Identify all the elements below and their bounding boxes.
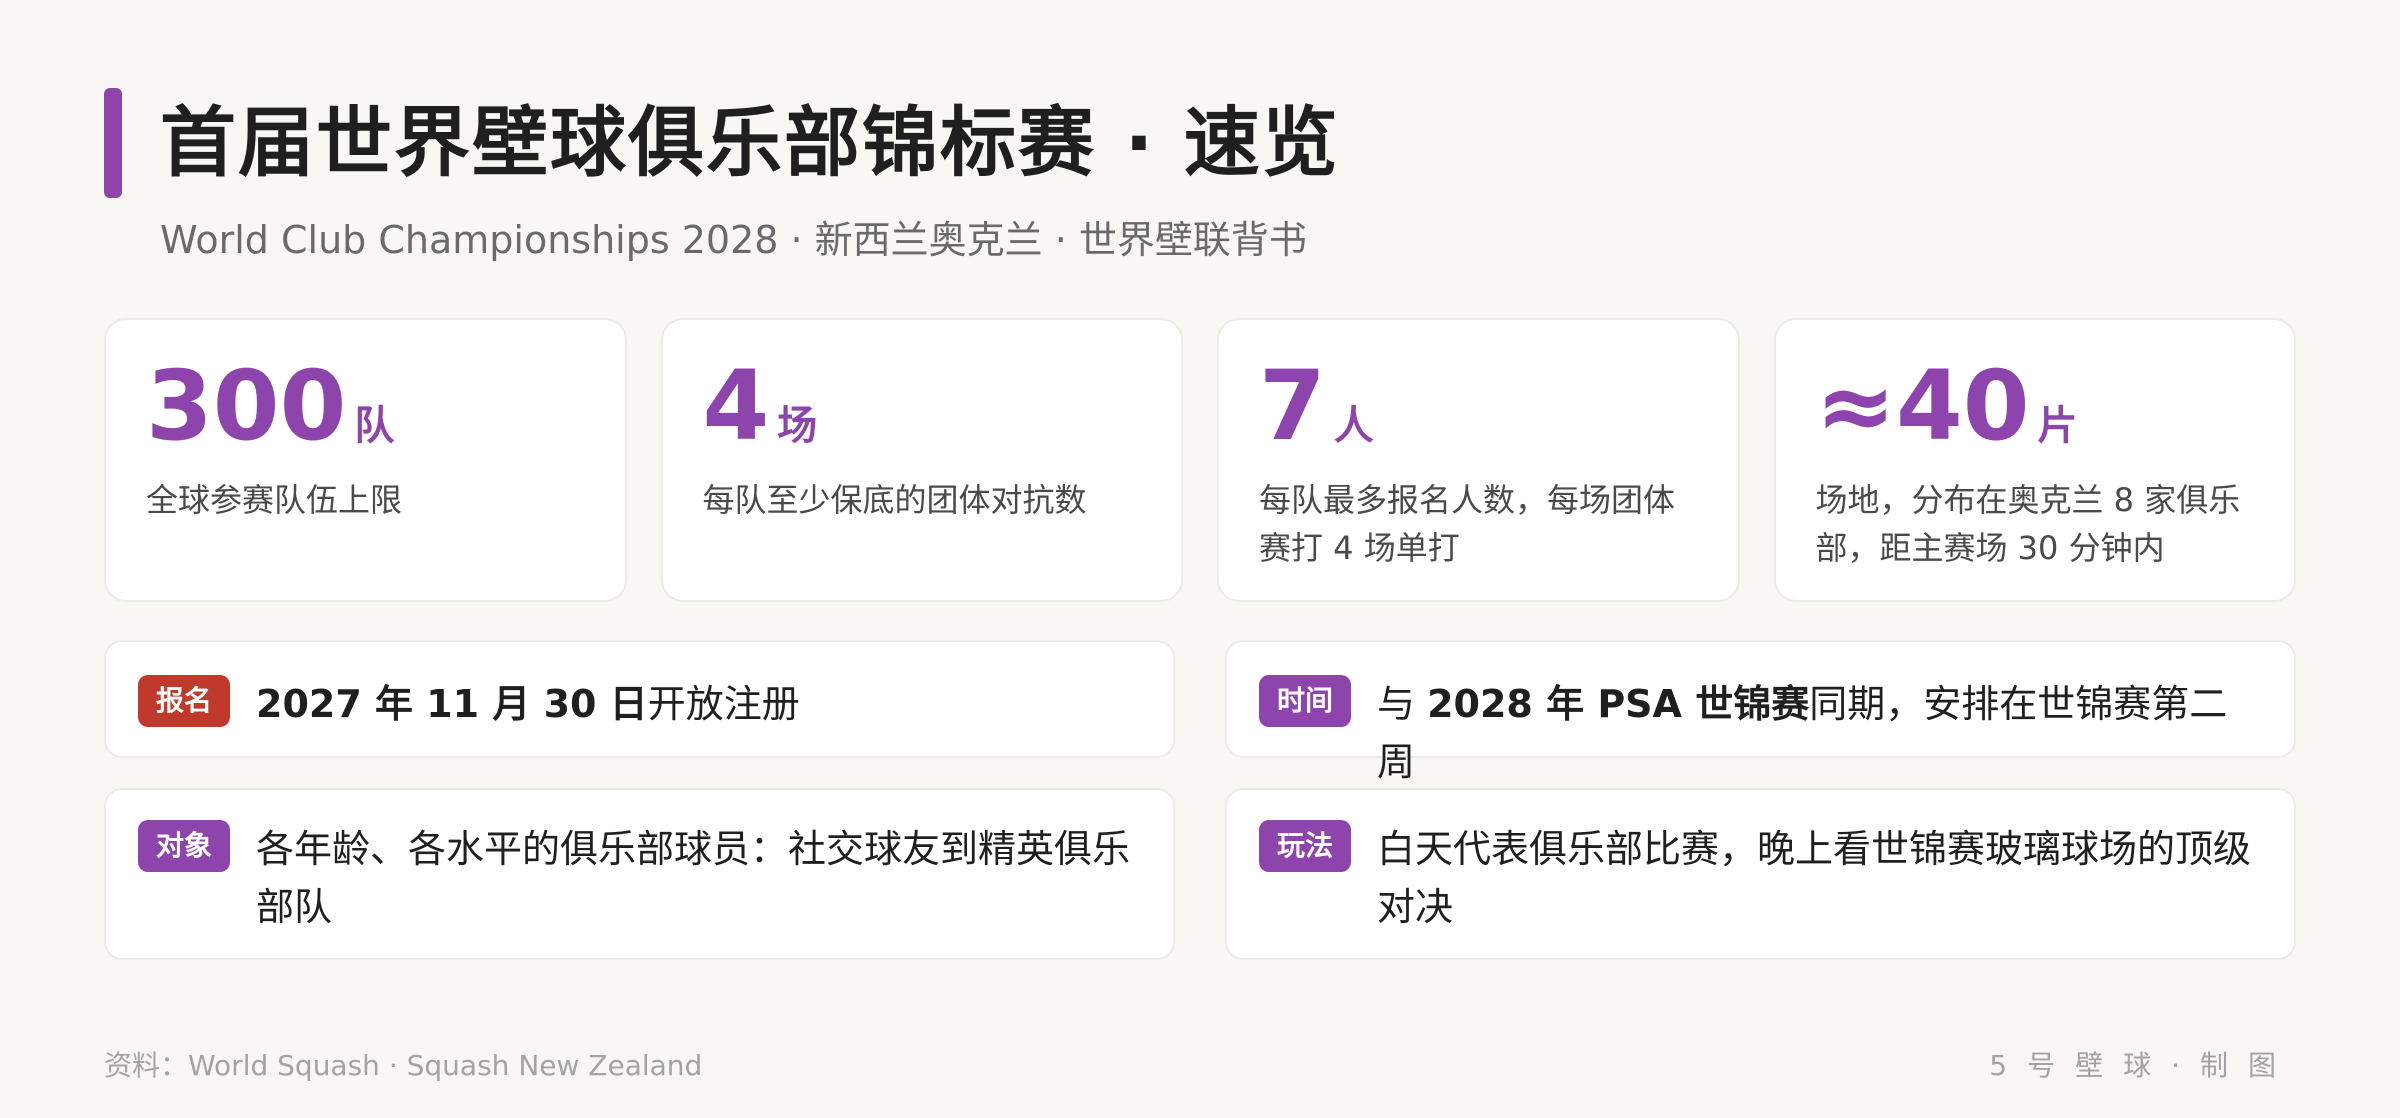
stat-unit: 队 [354, 403, 395, 449]
info-text-pre: 与 [1377, 682, 1428, 726]
info-text: 白天代表俱乐部比赛，晚上看世锦赛玻璃球场的顶级对决 [1377, 827, 2252, 929]
stat-card-players: 7 人 每队最多报名人数，每场团体赛打 4 场单打 [1217, 318, 1740, 602]
stat-value-row: 4 场 [703, 356, 1142, 456]
stat-value: 4 [702, 350, 770, 462]
info-text-rest: 开放注册 [647, 682, 800, 726]
info-text: 各年龄、各水平的俱乐部球员：社交球友到精英俱乐部队 [256, 827, 1131, 929]
info-card-format: 玩法 白天代表俱乐部比赛，晚上看世锦赛玻璃球场的顶级对决 [1225, 788, 2296, 960]
tag-audience: 对象 [138, 820, 231, 872]
stats-row: 300 队 全球参赛队伍上限 4 场 每队至少保底的团体对抗数 7 人 每队最多… [104, 318, 2296, 602]
info-card-timing: 时间 与 2028 年 PSA 世锦赛同期，安排在世锦赛第二周 [1225, 640, 2296, 784]
info-card-audience: 对象 各年龄、各水平的俱乐部球员：社交球友到精英俱乐部队 [104, 788, 1175, 960]
stat-unit: 人 [1333, 403, 1374, 449]
page-title: 首届世界壁球俱乐部锦标赛 · 速览 [160, 98, 1340, 187]
stat-description: 全球参赛队伍上限 [146, 481, 403, 519]
info-grid: 报名 2027 年 11 月 30 日开放注册 时间 与 2028 年 PSA … [104, 640, 2296, 960]
stat-card-matches: 4 场 每队至少保底的团体对抗数 [660, 318, 1183, 602]
stat-value-row: 300 队 [146, 356, 585, 456]
stat-description: 场地，分布在奥克兰 8 家俱乐部，距主赛场 30 分钟内 [1815, 481, 2241, 567]
page: 首届世界壁球俱乐部锦标赛 · 速览 World Club Championshi… [0, 0, 2400, 1118]
info-card-registration: 报名 2027 年 11 月 30 日开放注册 [104, 640, 1175, 758]
stat-description: 每队最多报名人数，每场团体赛打 4 场单打 [1259, 481, 1676, 567]
credit-note: 5号壁球·制图 [1989, 1049, 2296, 1082]
source-note: 资料：World Squash · Squash New Zealand [104, 1049, 703, 1082]
stat-card-courts: ≈40 片 场地，分布在奥克兰 8 家俱乐部，距主赛场 30 分钟内 [1773, 318, 2296, 602]
stat-value: ≈40 [1815, 350, 2030, 462]
info-text: 2027 年 11 月 30 日开放注册 [256, 675, 800, 733]
stat-description: 每队至少保底的团体对抗数 [702, 481, 1087, 519]
page-subtitle: World Club Championships 2028 · 新西兰奥克兰 ·… [160, 218, 1307, 262]
stat-card-teams: 300 队 全球参赛队伍上限 [104, 318, 627, 602]
stat-unit: 场 [777, 403, 818, 449]
stat-value: 7 [1259, 350, 1326, 462]
stat-unit: 片 [2037, 403, 2078, 449]
stat-value: 300 [146, 350, 347, 462]
info-text: 与 2028 年 PSA 世锦赛同期，安排在世锦赛第二周 [1377, 675, 2262, 791]
stat-value-row: 7 人 [1259, 356, 1698, 456]
tag-format: 玩法 [1259, 820, 1352, 872]
title-accent-bar [104, 88, 122, 198]
stat-value-row: ≈40 片 [1816, 356, 2255, 456]
info-text-bold: 2028 年 PSA 世锦赛 [1427, 682, 1810, 726]
info-text-bold: 2027 年 11 月 30 日 [256, 682, 648, 726]
tag-timing: 时间 [1259, 675, 1352, 727]
tag-registration: 报名 [138, 675, 231, 727]
